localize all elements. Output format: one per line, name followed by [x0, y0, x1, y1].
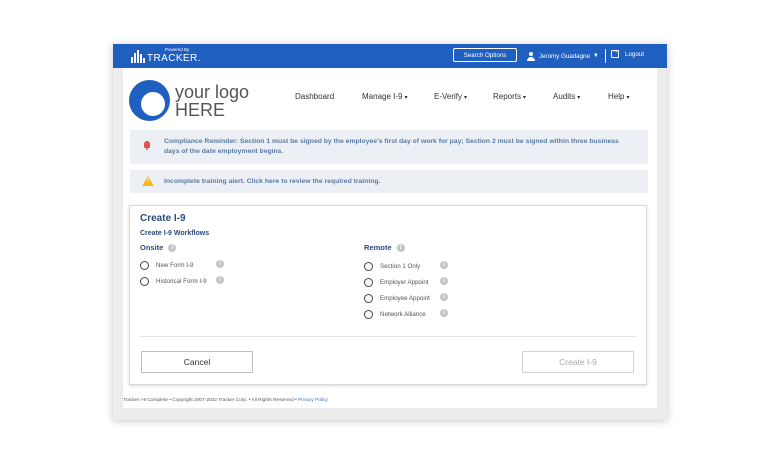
card-divider — [140, 336, 636, 337]
info-icon[interactable]: i — [440, 261, 448, 269]
option-section-1-only[interactable]: Section 1 Only — [364, 261, 420, 271]
option-new-form-i9[interactable]: New Form I-9 — [140, 260, 193, 270]
chevron-down-icon: ▾ — [404, 95, 408, 101]
compliance-reminder-alert: Compliance Reminder: Section 1 must be s… — [130, 130, 648, 164]
radio-icon[interactable] — [364, 261, 373, 271]
nav-label: Manage I-9 — [362, 92, 403, 101]
cancel-button[interactable]: Cancel — [141, 351, 253, 373]
warning-icon: ! — [142, 176, 154, 186]
option-network-alliance[interactable]: Network Alliance — [364, 309, 426, 319]
nav-label: Dashboard — [295, 92, 335, 101]
nav-label: Help — [608, 92, 625, 101]
nav-audits[interactable]: Audits ▾ — [553, 92, 580, 101]
search-options-button[interactable]: Search Options — [453, 48, 517, 62]
training-alert-text[interactable]: Incomplete training alert. Click here to… — [164, 177, 380, 187]
topbar-divider — [605, 49, 606, 63]
user-menu[interactable]: Jeromy Guadagne ▼ — [527, 50, 599, 62]
create-i9-button[interactable]: Create I-9 — [522, 351, 634, 373]
radio-icon[interactable] — [140, 276, 149, 286]
nav-reports[interactable]: Reports ▾ — [493, 92, 526, 101]
app-window: Powered By TRACKER. Search Options Jerom… — [113, 44, 667, 420]
nav-label: Reports — [493, 92, 522, 101]
training-alert[interactable]: ! Incomplete training alert. Click here … — [130, 170, 648, 193]
chevron-down-icon: ▾ — [523, 95, 527, 101]
chevron-down-icon: ▾ — [464, 95, 468, 101]
main-content: your logo HERE Dashboard Manage I-9 ▾ E-V… — [123, 68, 657, 408]
option-historical-form-i9[interactable]: Historical Form I-9 — [140, 276, 207, 286]
radio-icon[interactable] — [364, 293, 373, 303]
top-bar: Powered By TRACKER. Search Options Jerom… — [113, 44, 667, 68]
option-label: Network Alliance — [380, 310, 426, 318]
option-label: New Form I-9 — [156, 261, 194, 269]
option-employer-appoint[interactable]: Employer Appoint — [364, 277, 429, 287]
powered-by-label: Powered By — [165, 47, 190, 52]
info-icon[interactable]: i — [440, 277, 448, 285]
logout-icon — [611, 48, 619, 58]
create-i9-card: Create I-9 Create I-9 Workflows Onsite i… — [129, 205, 647, 385]
info-icon[interactable]: i — [440, 293, 448, 301]
card-title: Create I-9 — [140, 213, 186, 224]
bell-icon — [143, 140, 151, 150]
nav-e-verify[interactable]: E-Verify ▾ — [434, 92, 467, 101]
option-employee-appoint[interactable]: Employee Appoint — [364, 293, 430, 303]
nav-help[interactable]: Help ▾ — [608, 92, 629, 101]
user-icon — [527, 51, 535, 61]
privacy-policy-link[interactable]: Privacy Policy — [298, 398, 328, 403]
chevron-down-icon: ▾ — [577, 95, 581, 101]
footer: Tracker I-9 Complete • Copyright 2007-20… — [123, 398, 328, 403]
onsite-heading: Onsite i — [140, 243, 177, 252]
brand-name: TRACKER. — [147, 53, 201, 64]
option-label: Historical Form I-9 — [156, 277, 207, 285]
info-icon[interactable]: i — [440, 309, 448, 317]
compliance-reminder-text: Compliance Reminder: Section 1 must be s… — [164, 138, 619, 155]
tracker-logo-icon — [131, 50, 145, 63]
radio-icon[interactable] — [140, 260, 149, 270]
radio-icon[interactable] — [364, 277, 373, 287]
chevron-down-icon: ▼ — [592, 53, 599, 59]
logout-label: Logout — [625, 50, 644, 58]
main-nav: Dashboard Manage I-9 ▾ E-Verify ▾ Reports ▾… — [123, 92, 657, 106]
info-icon[interactable]: i — [216, 260, 224, 268]
radio-icon[interactable] — [364, 309, 373, 319]
card-subtitle: Create I-9 Workflows — [140, 230, 210, 237]
info-icon[interactable]: i — [168, 243, 177, 252]
option-label: Section 1 Only — [380, 262, 421, 270]
footer-copyright: Tracker I-9 Complete • Copyright 2007-20… — [123, 398, 297, 403]
nav-dashboard[interactable]: Dashboard — [295, 92, 334, 101]
option-label: Employee Appoint — [380, 294, 430, 302]
info-icon[interactable]: i — [396, 243, 405, 252]
remote-heading: Remote i — [364, 243, 405, 252]
chevron-down-icon: ▾ — [626, 95, 630, 101]
logout-link[interactable]: Logout — [611, 48, 644, 58]
option-label: Employer Appoint — [380, 278, 429, 286]
info-icon[interactable]: i — [216, 276, 224, 284]
nav-label: E-Verify — [434, 92, 463, 101]
nav-manage-i9[interactable]: Manage I-9 ▾ — [362, 92, 407, 101]
nav-label: Audits — [553, 92, 576, 101]
user-name: Jeromy Guadagne — [539, 52, 590, 60]
